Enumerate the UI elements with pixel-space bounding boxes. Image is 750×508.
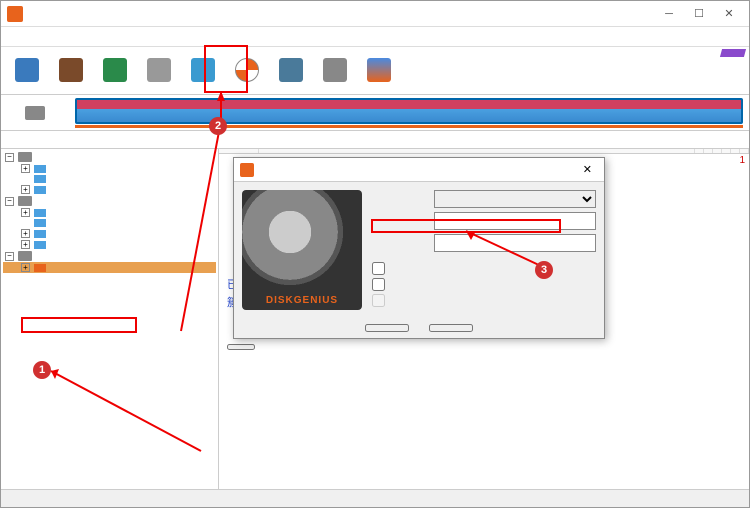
maximize-button[interactable]: ☐ — [685, 4, 713, 24]
migrate-button[interactable] — [357, 56, 401, 85]
callout-3: 3 — [535, 261, 553, 279]
tree-disk-2[interactable]: − — [3, 250, 216, 262]
migrate-icon — [367, 58, 391, 82]
tree-disk-1[interactable]: − — [3, 195, 216, 207]
tree-part-selected[interactable]: + — [3, 262, 216, 273]
tree-part[interactable]: + — [3, 239, 216, 250]
format-dialog: ✕ — [233, 157, 605, 339]
new-icon — [191, 58, 215, 82]
tree-part[interactable]: + — [3, 228, 216, 239]
quick-icon — [147, 58, 171, 82]
format-ok-button[interactable] — [365, 324, 409, 332]
format-button[interactable] — [225, 56, 269, 85]
disk-tree: − + + − + + + − + — [1, 149, 219, 489]
menu-disk[interactable] — [17, 27, 29, 46]
recover-button[interactable] — [93, 56, 137, 85]
menu-help[interactable] — [65, 27, 77, 46]
dialog-close[interactable]: ✕ — [577, 163, 598, 176]
callout-1: 1 — [33, 361, 51, 379]
callout-2: 2 — [209, 117, 227, 135]
tree-part[interactable]: + — [3, 163, 216, 174]
backup-button[interactable] — [313, 56, 357, 85]
quick-partition-button[interactable] — [137, 56, 181, 85]
ribbon-text — [720, 49, 746, 57]
tree-part[interactable] — [3, 174, 216, 184]
close-button[interactable]: ✕ — [715, 4, 743, 24]
menu-partition[interactable] — [29, 27, 41, 46]
recover-icon — [103, 58, 127, 82]
disk-bar — [1, 95, 749, 131]
disk-info — [1, 131, 749, 149]
fs-select[interactable] — [434, 190, 596, 208]
save-button[interactable] — [5, 56, 49, 85]
menu-file[interactable] — [5, 27, 17, 46]
format-cancel-button[interactable] — [429, 324, 473, 332]
toolbar — [1, 47, 749, 95]
backup-icon — [323, 58, 347, 82]
cb-scanbad[interactable] — [372, 278, 385, 291]
tree-part[interactable]: + — [3, 184, 216, 195]
menu-tools[interactable] — [41, 27, 53, 46]
tree-part[interactable] — [3, 218, 216, 228]
cluster-input[interactable] — [434, 212, 596, 230]
search-partition-button[interactable] — [49, 56, 93, 85]
menu-view[interactable] — [53, 27, 65, 46]
delete-button[interactable] — [269, 56, 313, 85]
volume-input[interactable] — [434, 234, 596, 252]
ribbon — [721, 49, 745, 70]
cb-driveletter[interactable] — [372, 262, 385, 275]
search-icon — [59, 58, 83, 82]
new-partition-button[interactable] — [181, 56, 225, 85]
delete-icon — [279, 58, 303, 82]
partition-bar[interactable] — [75, 98, 743, 124]
minimize-button[interactable]: ─ — [655, 4, 683, 24]
menubar — [1, 27, 749, 47]
tree-part[interactable]: + — [3, 207, 216, 218]
tree-disk-0[interactable]: − — [3, 151, 216, 163]
disk-icon — [25, 106, 45, 120]
dialog-icon — [240, 163, 254, 177]
save-icon — [15, 58, 39, 82]
titlebar: ─ ☐ ✕ — [1, 1, 749, 27]
statusbar — [1, 489, 749, 507]
cb-dos — [372, 294, 385, 307]
disk-image — [242, 190, 362, 310]
app-icon — [7, 6, 23, 22]
analyze-button[interactable] — [227, 344, 255, 350]
format-icon — [235, 58, 259, 82]
